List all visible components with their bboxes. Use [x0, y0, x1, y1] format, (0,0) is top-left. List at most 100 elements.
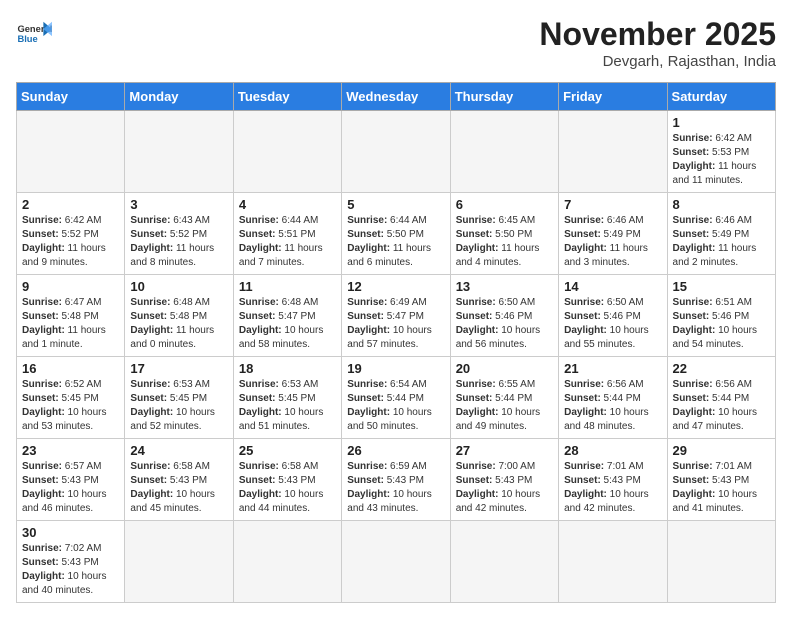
calendar-cell	[667, 521, 775, 603]
day-number: 30	[22, 525, 119, 540]
cell-content: Sunrise: 6:56 AMSunset: 5:44 PMDaylight:…	[564, 378, 661, 434]
day-number: 25	[239, 443, 336, 458]
cell-content: Sunrise: 6:42 AMSunset: 5:52 PMDaylight:…	[22, 214, 119, 270]
cell-content: Sunrise: 7:01 AMSunset: 5:43 PMDaylight:…	[564, 460, 661, 516]
calendar-cell: 3 Sunrise: 6:43 AMSunset: 5:52 PMDaylight…	[125, 193, 233, 275]
weekday-header-saturday: Saturday	[667, 83, 775, 111]
calendar-cell: 25 Sunrise: 6:58 AMSunset: 5:43 PMDayligh…	[233, 439, 341, 521]
day-number: 10	[130, 279, 227, 294]
calendar-cell: 19 Sunrise: 6:54 AMSunset: 5:44 PMDayligh…	[342, 357, 450, 439]
day-number: 7	[564, 197, 661, 212]
calendar-cell: 17Sunrise: 6:53 AMSunset: 5:45 PMDayligh…	[125, 357, 233, 439]
calendar-cell: 18 Sunrise: 6:53 AMSunset: 5:45 PMDayligh…	[233, 357, 341, 439]
calendar-cell: 30 Sunrise: 7:02 AMSunset: 5:43 PMDayligh…	[17, 521, 125, 603]
cell-content: Sunrise: 6:47 AMSunset: 5:48 PMDaylight:…	[22, 296, 119, 352]
logo-icon: General Blue	[16, 16, 52, 52]
calendar-cell: 22 Sunrise: 6:56 AMSunset: 5:44 PMDayligh…	[667, 357, 775, 439]
calendar-cell	[233, 521, 341, 603]
weekday-header-wednesday: Wednesday	[342, 83, 450, 111]
cell-content: Sunrise: 6:48 AMSunset: 5:47 PMDaylight:…	[239, 296, 336, 352]
week-row-5: 23 Sunrise: 6:57 AMSunset: 5:43 PMDayligh…	[17, 439, 776, 521]
day-number: 6	[456, 197, 553, 212]
calendar-cell: 21Sunrise: 6:56 AMSunset: 5:44 PMDayligh…	[559, 357, 667, 439]
weekday-header-row: SundayMondayTuesdayWednesdayThursdayFrid…	[17, 83, 776, 111]
day-number: 23	[22, 443, 119, 458]
cell-content: Sunrise: 6:58 AMSunset: 5:43 PMDaylight:…	[239, 460, 336, 516]
day-number: 14	[564, 279, 661, 294]
cell-content: Sunrise: 6:57 AMSunset: 5:43 PMDaylight:…	[22, 460, 119, 516]
logo: General Blue	[16, 16, 52, 52]
cell-content: Sunrise: 7:02 AMSunset: 5:43 PMDaylight:…	[22, 542, 119, 598]
day-number: 2	[22, 197, 119, 212]
calendar-cell	[233, 111, 341, 193]
day-number: 11	[239, 279, 336, 294]
calendar-cell	[125, 111, 233, 193]
calendar-cell: 1Sunrise: 6:42 AMSunset: 5:53 PMDaylight…	[667, 111, 775, 193]
cell-content: Sunrise: 6:43 AMSunset: 5:52 PMDaylight:…	[130, 214, 227, 270]
day-number: 12	[347, 279, 444, 294]
calendar-cell: 15Sunrise: 6:51 AMSunset: 5:46 PMDayligh…	[667, 275, 775, 357]
calendar-cell: 16 Sunrise: 6:52 AMSunset: 5:45 PMDayligh…	[17, 357, 125, 439]
cell-content: Sunrise: 6:52 AMSunset: 5:45 PMDaylight:…	[22, 378, 119, 434]
calendar-cell: 9 Sunrise: 6:47 AMSunset: 5:48 PMDaylight…	[17, 275, 125, 357]
calendar-cell: 27 Sunrise: 7:00 AMSunset: 5:43 PMDayligh…	[450, 439, 558, 521]
day-number: 20	[456, 361, 553, 376]
cell-content: Sunrise: 6:50 AMSunset: 5:46 PMDaylight:…	[456, 296, 553, 352]
day-number: 9	[22, 279, 119, 294]
calendar-cell: 24Sunrise: 6:58 AMSunset: 5:43 PMDayligh…	[125, 439, 233, 521]
calendar-cell	[450, 111, 558, 193]
cell-content: Sunrise: 7:00 AMSunset: 5:43 PMDaylight:…	[456, 460, 553, 516]
day-number: 13	[456, 279, 553, 294]
cell-content: Sunrise: 6:56 AMSunset: 5:44 PMDaylight:…	[673, 378, 770, 434]
calendar-cell	[559, 111, 667, 193]
cell-content: Sunrise: 6:44 AMSunset: 5:50 PMDaylight:…	[347, 214, 444, 270]
svg-text:Blue: Blue	[17, 34, 37, 44]
calendar-cell: 14 Sunrise: 6:50 AMSunset: 5:46 PMDayligh…	[559, 275, 667, 357]
weekday-header-sunday: Sunday	[17, 83, 125, 111]
day-number: 3	[130, 197, 227, 212]
day-number: 27	[456, 443, 553, 458]
week-row-2: 2 Sunrise: 6:42 AMSunset: 5:52 PMDaylight…	[17, 193, 776, 275]
cell-content: Sunrise: 6:59 AMSunset: 5:43 PMDaylight:…	[347, 460, 444, 516]
day-number: 18	[239, 361, 336, 376]
cell-content: Sunrise: 6:45 AMSunset: 5:50 PMDaylight:…	[456, 214, 553, 270]
cell-content: Sunrise: 6:54 AMSunset: 5:44 PMDaylight:…	[347, 378, 444, 434]
cell-content: Sunrise: 6:46 AMSunset: 5:49 PMDaylight:…	[673, 214, 770, 270]
cell-content: Sunrise: 7:01 AMSunset: 5:43 PMDaylight:…	[673, 460, 770, 516]
calendar-cell	[342, 111, 450, 193]
calendar-cell: 12 Sunrise: 6:49 AMSunset: 5:47 PMDayligh…	[342, 275, 450, 357]
cell-content: Sunrise: 6:48 AMSunset: 5:48 PMDaylight:…	[130, 296, 227, 352]
calendar-cell: 10 Sunrise: 6:48 AMSunset: 5:48 PMDayligh…	[125, 275, 233, 357]
title-area: November 2025 Devgarh, Rajasthan, India	[539, 16, 776, 70]
week-row-4: 16 Sunrise: 6:52 AMSunset: 5:45 PMDayligh…	[17, 357, 776, 439]
day-number: 28	[564, 443, 661, 458]
day-number: 17	[130, 361, 227, 376]
day-number: 16	[22, 361, 119, 376]
calendar-cell	[450, 521, 558, 603]
calendar-cell	[125, 521, 233, 603]
cell-content: Sunrise: 6:44 AMSunset: 5:51 PMDaylight:…	[239, 214, 336, 270]
calendar-cell: 20Sunrise: 6:55 AMSunset: 5:44 PMDayligh…	[450, 357, 558, 439]
day-number: 22	[673, 361, 770, 376]
day-number: 5	[347, 197, 444, 212]
cell-content: Sunrise: 6:58 AMSunset: 5:43 PMDaylight:…	[130, 460, 227, 516]
week-row-6: 30 Sunrise: 7:02 AMSunset: 5:43 PMDayligh…	[17, 521, 776, 603]
cell-content: Sunrise: 6:53 AMSunset: 5:45 PMDaylight:…	[239, 378, 336, 434]
calendar-cell: 28 Sunrise: 7:01 AMSunset: 5:43 PMDayligh…	[559, 439, 667, 521]
day-number: 29	[673, 443, 770, 458]
calendar-cell	[17, 111, 125, 193]
day-number: 19	[347, 361, 444, 376]
weekday-header-tuesday: Tuesday	[233, 83, 341, 111]
calendar-cell	[342, 521, 450, 603]
calendar-cell: 7Sunrise: 6:46 AMSunset: 5:49 PMDaylight…	[559, 193, 667, 275]
calendar-cell: 23 Sunrise: 6:57 AMSunset: 5:43 PMDayligh…	[17, 439, 125, 521]
location: Devgarh, Rajasthan, India	[539, 53, 776, 70]
day-number: 26	[347, 443, 444, 458]
day-number: 4	[239, 197, 336, 212]
cell-content: Sunrise: 6:50 AMSunset: 5:46 PMDaylight:…	[564, 296, 661, 352]
cell-content: Sunrise: 6:49 AMSunset: 5:47 PMDaylight:…	[347, 296, 444, 352]
weekday-header-monday: Monday	[125, 83, 233, 111]
calendar-cell: 5 Sunrise: 6:44 AMSunset: 5:50 PMDaylight…	[342, 193, 450, 275]
weekday-header-friday: Friday	[559, 83, 667, 111]
page-header: General Blue November 2025 Devgarh, Raja…	[16, 16, 776, 70]
